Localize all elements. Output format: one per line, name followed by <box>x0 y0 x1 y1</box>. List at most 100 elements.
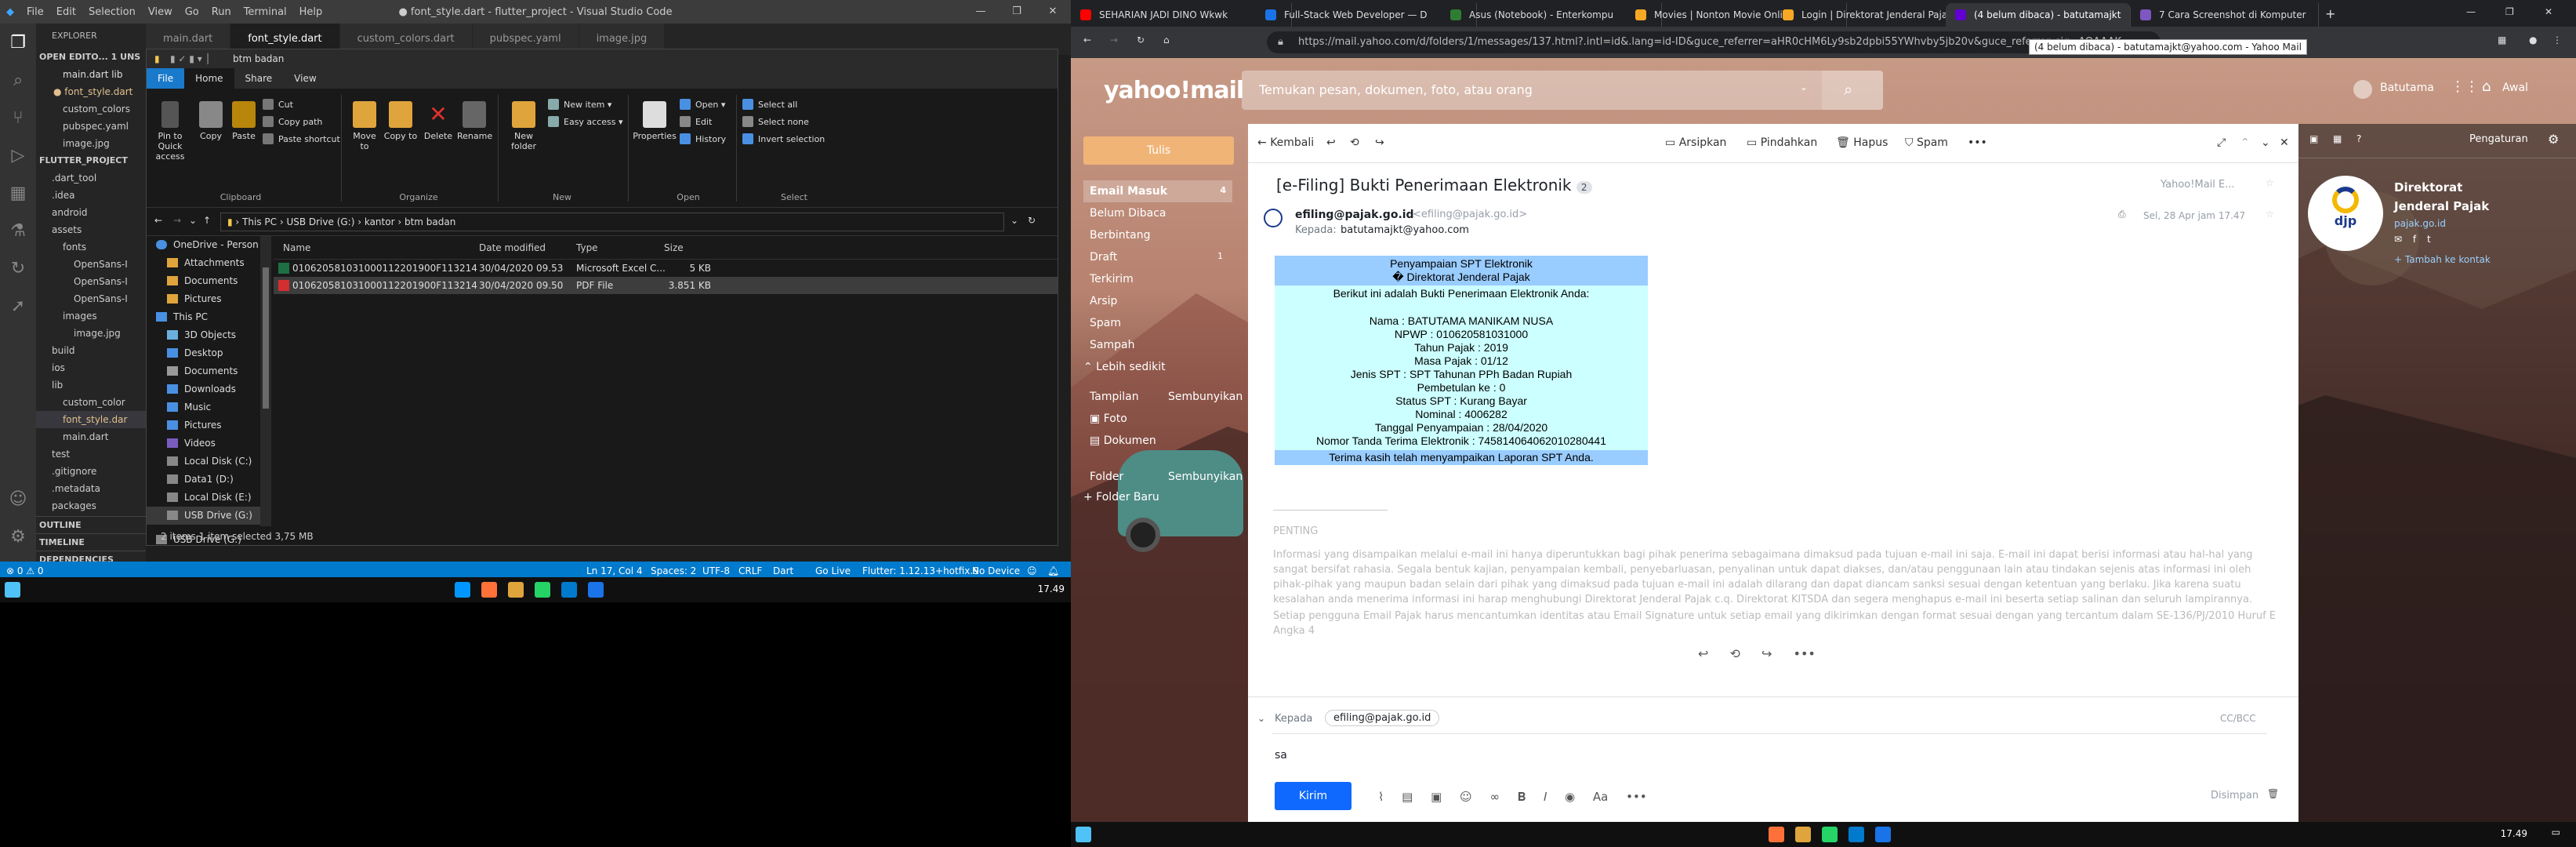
open-file[interactable]: custom_colors <box>36 100 146 118</box>
nav-item[interactable]: Documents <box>147 362 260 380</box>
tab-home[interactable]: Home <box>184 68 234 89</box>
edit-button[interactable]: Edit <box>680 114 712 131</box>
gear-icon[interactable]: ⚙ <box>0 518 36 555</box>
whatsapp-icon[interactable] <box>535 582 550 598</box>
minimize-icon[interactable]: — <box>963 0 999 24</box>
reply-all-icon[interactable]: ⟲ <box>1730 646 1740 661</box>
column-size[interactable]: Size <box>664 236 684 260</box>
sender-avatar[interactable] <box>1264 209 1283 227</box>
file-explorer-icon[interactable] <box>508 582 524 598</box>
chevron-down-icon[interactable]: ⌄ <box>1257 713 1265 724</box>
recipient-chip[interactable]: efiling@pajak.go.id <box>1325 710 1440 726</box>
select-none-button[interactable]: Select none <box>742 114 809 131</box>
folder-spam[interactable]: Spam <box>1090 317 1121 329</box>
menu-file[interactable]: File <box>20 6 50 18</box>
menu-selection[interactable]: Selection <box>82 6 142 18</box>
open-file[interactable]: ● font_style.dart <box>36 83 146 100</box>
spam-button[interactable]: ⛉ Spam <box>1905 136 1948 149</box>
apps-grid-icon[interactable]: ⋮⋮ <box>2451 78 2479 95</box>
scrollbar-thumb[interactable] <box>263 267 269 409</box>
nav-item[interactable]: Pictures <box>147 416 260 434</box>
folder-starred[interactable]: Berbintang <box>1090 229 1150 242</box>
extensions-icon[interactable]: ▦ <box>2498 35 2506 45</box>
tree-item[interactable]: build <box>36 342 146 359</box>
delete-button[interactable]: ✕ Delete <box>421 101 455 141</box>
user-name[interactable]: Batutama <box>2380 82 2434 94</box>
nav-scrollbar[interactable] <box>260 236 271 526</box>
file-explorer-icon[interactable] <box>1795 827 1811 842</box>
more-icon[interactable]: ••• <box>1968 136 1987 149</box>
compose-button[interactable]: Tulis <box>1083 136 1234 165</box>
views-photos[interactable]: ▣ Foto <box>1090 413 1127 425</box>
menu-help[interactable]: Help <box>293 6 329 18</box>
reply-icon[interactable]: ↩ <box>1698 646 1708 661</box>
gif-icon[interactable]: ▤ <box>1402 790 1413 804</box>
easy-access-button[interactable]: Easy access ▾ <box>548 114 623 131</box>
select-all-button[interactable]: Select all <box>742 96 797 114</box>
tree-item[interactable]: custom_color <box>36 394 146 411</box>
mail-icon[interactable]: ✉ <box>2394 234 2402 245</box>
star-icon[interactable]: ☆ <box>2266 209 2274 220</box>
previous-icon[interactable]: ⌃ <box>2240 136 2250 149</box>
reload-icon[interactable]: ↻ <box>1137 35 1145 45</box>
next-icon[interactable]: ⌄ <box>2261 136 2270 149</box>
copy-to-button[interactable]: Copy to <box>383 101 418 141</box>
maximize-icon[interactable]: ❐ <box>999 0 1035 24</box>
cc-bcc-link[interactable]: CC/BCC <box>2220 713 2256 724</box>
home-icon[interactable]: ⌂ <box>2482 78 2491 95</box>
more-icon[interactable]: ••• <box>1626 790 1647 804</box>
move-button[interactable]: ▭ Pindahkan <box>1747 136 1817 149</box>
font-icon[interactable]: Aa <box>1593 790 1608 804</box>
tab-share[interactable]: Share <box>234 68 284 89</box>
paste-shortcut-button[interactable]: Paste shortcut <box>263 131 340 148</box>
tree-item-selected[interactable]: font_style.dar <box>36 411 146 428</box>
settings-link[interactable]: Pengaturan <box>2469 133 2528 145</box>
tree-item[interactable]: packages <box>36 497 146 514</box>
calendar-icon[interactable]: ▦ <box>2333 133 2342 144</box>
forward-icon[interactable]: ↪ <box>1375 136 1384 149</box>
forward-icon[interactable]: ↪ <box>1761 646 1772 661</box>
open-button[interactable]: Open ▾ <box>680 96 725 114</box>
new-item-button[interactable]: New item ▾ <box>548 96 611 114</box>
add-contact-link[interactable]: + Tambah ke kontak <box>2394 254 2491 265</box>
menu-icon[interactable]: ⋮ <box>2552 35 2562 45</box>
yahoo-mail-logo[interactable]: yahoo!mail <box>1104 77 1244 104</box>
gear-icon[interactable]: ⚙ <box>2548 132 2559 147</box>
breadcrumb[interactable]: kantor <box>365 216 395 227</box>
back-icon[interactable]: ← <box>1083 35 1091 45</box>
tree-item[interactable]: android <box>36 204 146 221</box>
folder-archive[interactable]: Arsip <box>1090 295 1117 307</box>
tree-item[interactable]: test <box>36 445 146 463</box>
contact-site-link[interactable]: pajak.go.id <box>2394 218 2446 229</box>
tree-item[interactable]: assets <box>36 221 146 238</box>
menu-go[interactable]: Go <box>179 6 205 18</box>
recent-icon[interactable]: ⌄ <box>189 215 197 226</box>
link-icon[interactable]: ∞ <box>1489 790 1500 804</box>
send-button[interactable]: Kirim <box>1275 782 1351 810</box>
new-folder-button[interactable]: New folder <box>504 101 543 151</box>
folder-trash[interactable]: Sampah <box>1090 339 1134 351</box>
open-file[interactable]: main.dart lib <box>36 66 146 83</box>
tree-item[interactable]: .idea <box>36 187 146 204</box>
tree-item[interactable]: image.jpg <box>36 325 146 342</box>
open-file[interactable]: pubspec.yaml <box>36 118 146 135</box>
folder-drafts[interactable]: Draft 1 <box>1090 251 1223 264</box>
less-toggle[interactable]: ⌃ Lebih sedikit <box>1083 361 1166 373</box>
open-editors-header[interactable]: OPEN EDITO... 1 UNS <box>36 49 146 66</box>
tree-item[interactable]: OpenSans-I <box>36 273 146 290</box>
source-control-icon[interactable]: ⑂ <box>0 99 36 136</box>
project-header[interactable]: FLUTTER_PROJECT <box>36 152 146 169</box>
clock[interactable]: 17.49 <box>2501 828 2527 839</box>
firefox-icon[interactable] <box>1769 827 1784 842</box>
taskbar-app-icon[interactable] <box>455 582 470 598</box>
nav-item[interactable]: Documents <box>147 272 260 290</box>
nav-item[interactable]: Attachments <box>147 254 260 272</box>
quick-access-toolbar[interactable]: ▮ ✓ ▮ ▾ │ <box>170 49 211 68</box>
trash-icon[interactable]: 🗑︎ <box>2267 788 2279 799</box>
refresh-icon[interactable]: ↻ <box>1028 215 1036 226</box>
close-icon[interactable]: ✕ <box>2280 136 2289 149</box>
breadcrumb[interactable]: USB Drive (G:) <box>286 216 354 227</box>
vscode-icon[interactable] <box>561 582 577 598</box>
menu-edit[interactable]: Edit <box>50 6 82 18</box>
menu-terminal[interactable]: Terminal <box>238 6 293 18</box>
